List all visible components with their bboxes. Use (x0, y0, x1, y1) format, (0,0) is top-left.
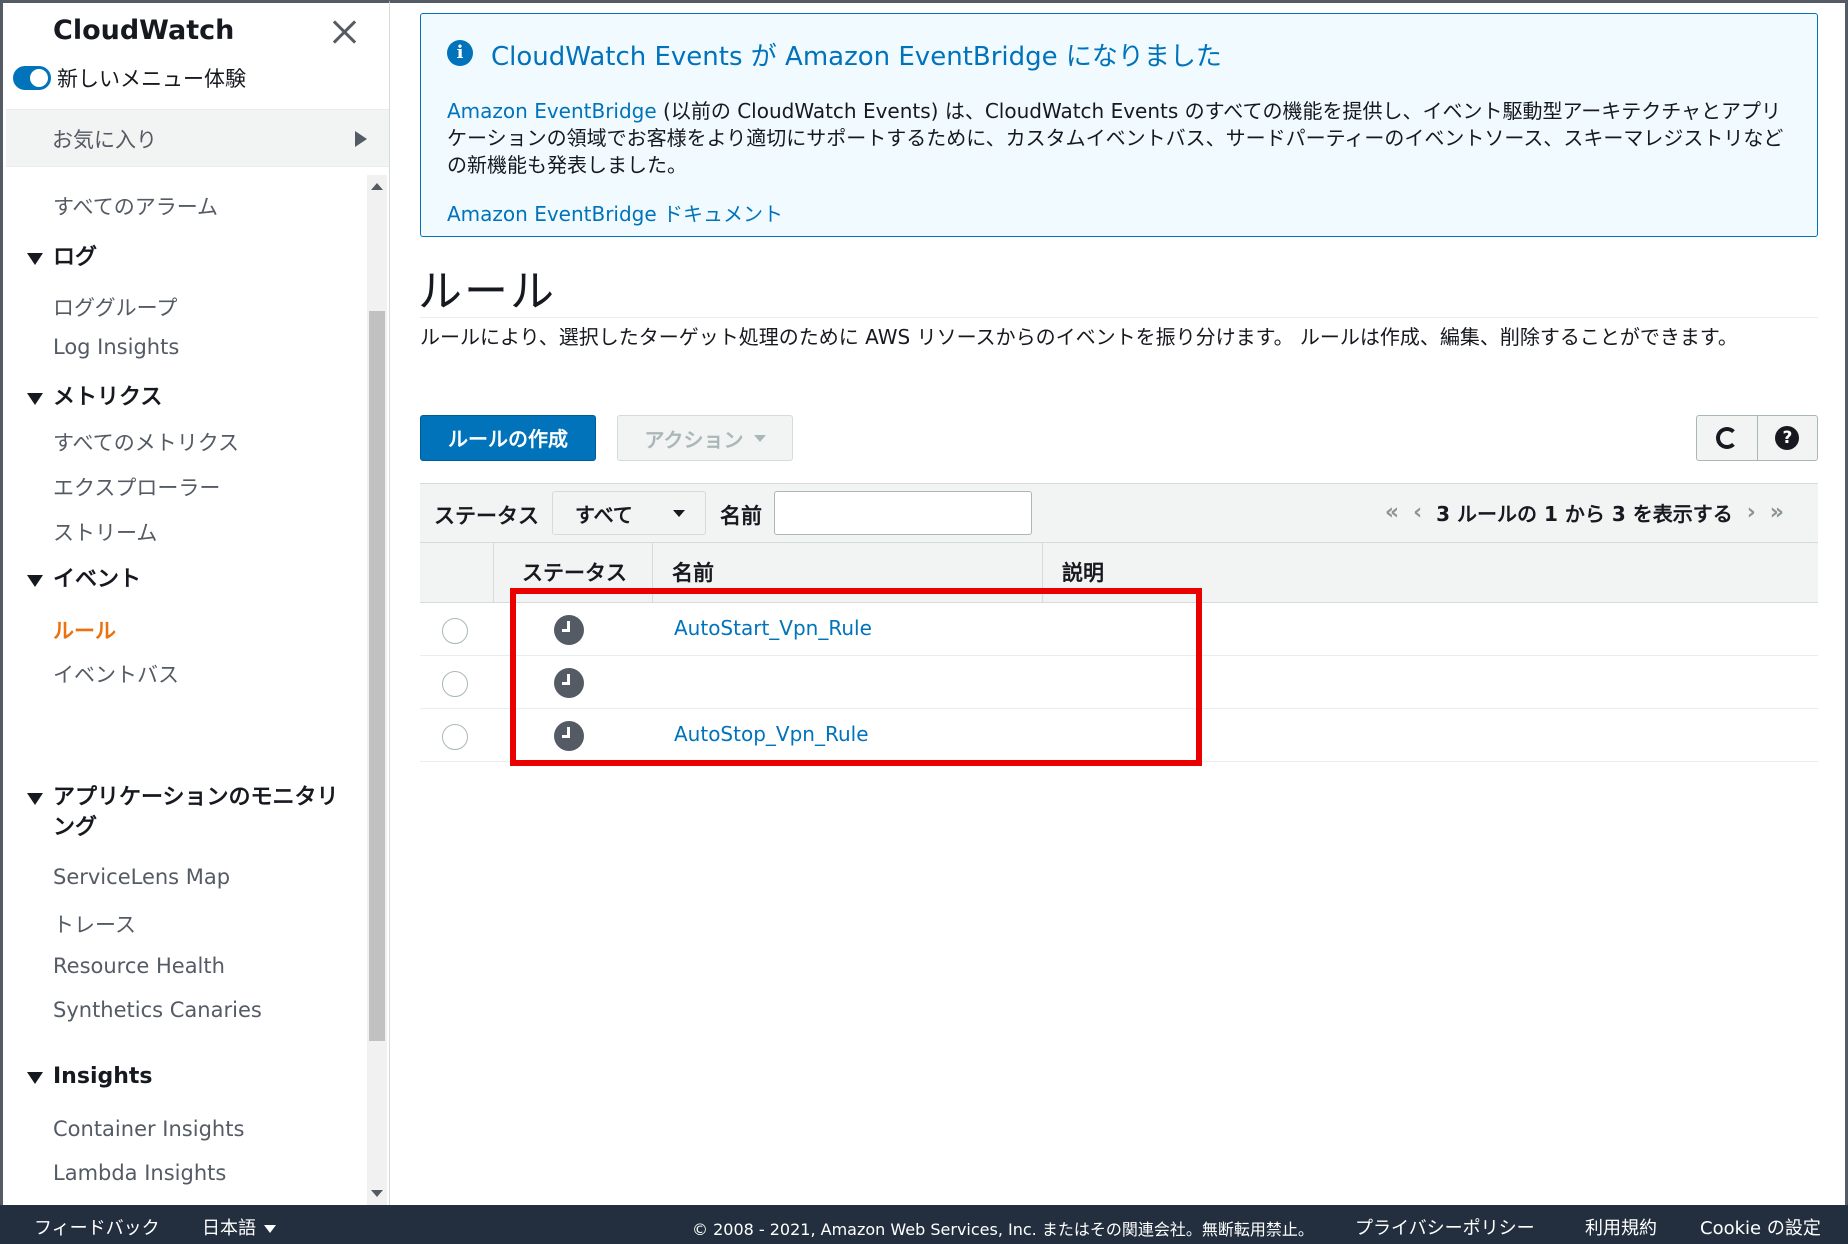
last-page-icon[interactable]: » (1770, 500, 1784, 525)
cookie-settings-link[interactable]: Cookie の設定 (1700, 1214, 1821, 1240)
sidebar-item-lambda-insights[interactable]: Lambda Insights (53, 1161, 226, 1185)
feedback-link[interactable]: フィードバック (34, 1214, 160, 1240)
caret-down-icon (27, 253, 43, 265)
footer: フィードバック 日本語 © 2008 - 2021, Amazon Web Se… (0, 1205, 1848, 1244)
caret-down-icon (753, 434, 766, 442)
row-select-radio[interactable] (442, 618, 468, 644)
name-filter-label: 名前 (720, 504, 762, 528)
privacy-policy-link[interactable]: プライバシーポリシー (1355, 1214, 1535, 1240)
sidebar-item-rules[interactable]: ルール (53, 615, 116, 645)
banner-body-link[interactable]: Amazon EventBridge (447, 99, 657, 123)
scroll-up-icon[interactable] (371, 183, 383, 190)
scrollbar-thumb[interactable] (369, 311, 385, 1041)
copyright-text: © 2008 - 2021, Amazon Web Services, Inc.… (692, 1220, 1314, 1239)
title-divider (420, 317, 1818, 318)
help-icon: ? (1775, 426, 1800, 450)
sidebar-group-app-monitoring[interactable]: アプリケーションのモニタリ ング (27, 783, 339, 843)
sidebar-group-insights-label: Insights (53, 1064, 153, 1089)
chevron-right-icon (355, 131, 367, 147)
actions-dropdown[interactable]: アクション (617, 415, 793, 461)
red-highlight-box (510, 588, 1202, 766)
pagination-text: 3 ルールの 1 から 3 を表示する (1436, 502, 1733, 526)
create-rule-button[interactable]: ルールの作成 (420, 415, 596, 461)
actions-label: アクション (644, 427, 744, 452)
status-filter-value: すべて (575, 502, 633, 527)
page-title: ルール (418, 266, 556, 317)
prev-page-icon[interactable]: ‹ (1413, 500, 1422, 525)
sidebar-group-app-monitoring-line2: ング (53, 815, 98, 840)
sidebar-item-streams[interactable]: ストリーム (53, 517, 157, 547)
sidebar-item-synthetics-canaries[interactable]: Synthetics Canaries (53, 998, 262, 1022)
status-filter-select[interactable]: すべて (552, 491, 706, 535)
close-icon[interactable] (329, 17, 359, 47)
help-button[interactable]: ? (1756, 416, 1817, 460)
first-page-icon[interactable]: « (1385, 500, 1399, 525)
column-divider (493, 543, 494, 603)
language-label: 日本語 (202, 1218, 256, 1239)
pagination: « ‹ 3 ルールの 1 から 3 を表示する › » (1385, 498, 1784, 527)
sidebar-item-resource-health[interactable]: Resource Health (53, 954, 225, 978)
sidebar-group-insights[interactable]: Insights (27, 1062, 153, 1092)
sidebar-group-logs-label: ログ (53, 245, 98, 270)
info-icon: i (447, 40, 473, 66)
caret-down-icon (27, 1072, 43, 1084)
favorites-section[interactable]: お気に入り (6, 109, 389, 167)
sidebar-item-log-insights[interactable]: Log Insights (53, 335, 179, 359)
sidebar-item-servicelens-map[interactable]: ServiceLens Map (53, 865, 230, 889)
sidebar-group-logs[interactable]: ログ (27, 243, 97, 273)
sidebar-nav-list: すべてのアラーム ログ ロググループ Log Insights メトリクス すべ… (3, 175, 363, 1205)
sidebar-scrollbar[interactable] (367, 175, 387, 1205)
status-filter-label: ステータス (434, 504, 539, 528)
refresh-button[interactable] (1697, 416, 1757, 460)
banner-body: Amazon EventBridge (以前の CloudWatch Event… (447, 98, 1797, 179)
row-select-radio[interactable] (442, 671, 468, 697)
caret-down-icon (27, 793, 43, 805)
sidebar-group-metrics-label: メトリクス (53, 385, 163, 410)
eventbridge-doc-link[interactable]: Amazon EventBridge ドキュメント (447, 198, 783, 227)
sidebar-group-events[interactable]: イベント (27, 565, 141, 595)
new-menu-toggle-row: 新しいメニュー体験 (13, 63, 246, 93)
scroll-down-icon[interactable] (371, 1190, 383, 1197)
sidebar-item-all-alarms[interactable]: すべてのアラーム (53, 191, 218, 221)
sidebar-group-events-label: イベント (53, 567, 142, 592)
sidebar-group-app-monitoring-label: アプリケーションのモニタリ ング (53, 783, 339, 843)
caret-down-icon (27, 575, 43, 587)
sidebar-group-metrics[interactable]: メトリクス (27, 383, 162, 413)
filter-bar: ステータス すべて 名前 « ‹ 3 ルールの 1 から 3 を表示する › » (420, 483, 1818, 543)
name-filter-input[interactable] (774, 491, 1032, 535)
refresh-icon (1715, 427, 1738, 449)
sidebar-item-all-metrics[interactable]: すべてのメトリクス (53, 427, 239, 457)
sidebar-item-traces[interactable]: トレース (53, 909, 136, 939)
sidebar: CloudWatch 新しいメニュー体験 お気に入り すべてのアラーム ログ ロ… (0, 0, 390, 1205)
sidebar-item-container-insights[interactable]: Container Insights (53, 1117, 244, 1141)
row-select-radio[interactable] (442, 724, 468, 750)
new-menu-label: 新しいメニュー体験 (57, 67, 246, 91)
eventbridge-info-banner: i CloudWatch Events が Amazon EventBridge… (420, 13, 1818, 237)
page-description: ルールにより、選択したターゲット処理のために AWS リソースからのイベントを振… (420, 325, 1738, 349)
sidebar-item-event-bus[interactable]: イベントバス (53, 659, 179, 689)
sidebar-item-log-groups[interactable]: ロググループ (53, 292, 177, 322)
favorites-label: お気に入り (52, 128, 157, 152)
new-menu-toggle[interactable] (13, 66, 51, 90)
sidebar-item-explorer[interactable]: エクスプローラー (53, 472, 220, 502)
next-page-icon[interactable]: › (1747, 500, 1756, 525)
banner-title: CloudWatch Events が Amazon EventBridge に… (491, 42, 1222, 72)
caret-down-icon (27, 393, 43, 405)
terms-link[interactable]: 利用規約 (1585, 1214, 1657, 1240)
icon-button-group: ? (1696, 415, 1818, 461)
sidebar-title: CloudWatch (53, 15, 235, 46)
caret-down-icon (672, 509, 685, 517)
sidebar-group-app-monitoring-line1: アプリケーションのモニタリ (53, 785, 339, 810)
language-selector[interactable]: 日本語 (202, 1214, 276, 1240)
caret-down-icon (264, 1225, 276, 1233)
